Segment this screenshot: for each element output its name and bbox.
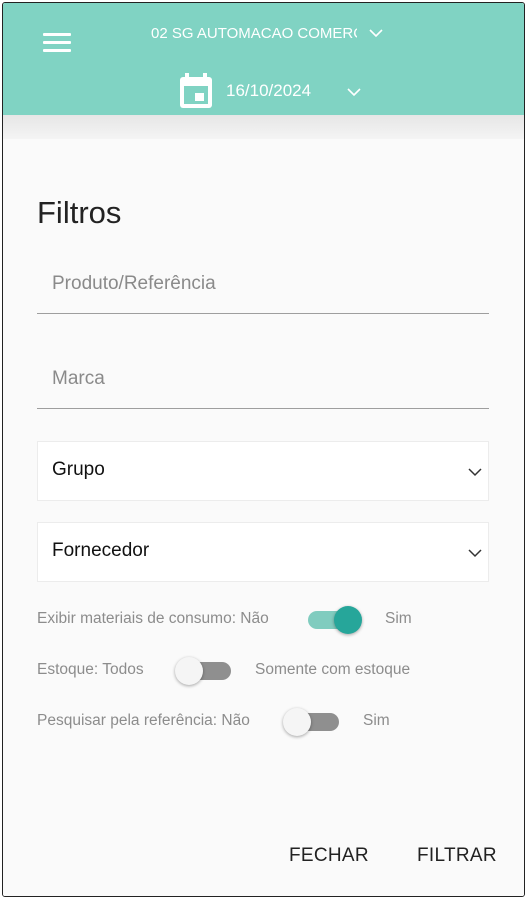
produto-input[interactable] xyxy=(37,255,489,313)
grupo-select-label: Grupo xyxy=(52,459,105,480)
company-selector-label[interactable]: 02 SG AUTOMACAO COMERCIAL xyxy=(151,23,357,45)
chevron-down-icon[interactable] xyxy=(347,87,361,97)
toggle-label-off: Exibir materiais de consumo: Não xyxy=(37,610,269,627)
toggle-label-off: Estoque: Todos xyxy=(37,661,144,678)
toggle-row-estoque: Estoque: Todos Somente com estoque xyxy=(37,656,497,686)
menu-icon[interactable] xyxy=(43,33,71,55)
toggle-label-off: Pesquisar pela referência: Não xyxy=(37,712,250,729)
dialog-title: Filtros xyxy=(37,195,122,230)
app-header: 02 SG AUTOMACAO COMERCIAL 16/10/2024 xyxy=(3,3,524,115)
referencia-switch[interactable] xyxy=(283,707,343,737)
header-shadow xyxy=(3,115,524,139)
produto-field[interactable] xyxy=(37,255,489,314)
fornecedor-select-label: Fornecedor xyxy=(52,540,150,561)
estoque-switch[interactable] xyxy=(175,656,235,686)
materiais-consumo-switch[interactable] xyxy=(304,605,364,635)
toggle-label-on: Somente com estoque xyxy=(255,661,411,678)
calendar-icon[interactable] xyxy=(179,73,213,109)
toggle-label-on: Sim xyxy=(385,610,412,627)
date-selector-label[interactable]: 16/10/2024 xyxy=(226,79,311,103)
chevron-down-icon xyxy=(468,468,482,477)
marca-field[interactable] xyxy=(37,350,489,409)
chevron-down-icon xyxy=(468,549,482,558)
chevron-down-icon[interactable] xyxy=(369,28,383,38)
toggle-label-on: Sim xyxy=(363,712,390,729)
toggle-row-materiais: Exibir materiais de consumo: Não Sim xyxy=(37,605,497,635)
marca-input[interactable] xyxy=(37,350,489,408)
close-button[interactable]: FECHAR xyxy=(289,845,369,867)
app-frame: 02 SG AUTOMACAO COMERCIAL 16/10/2024 Fil… xyxy=(2,2,525,897)
fornecedor-select[interactable]: Fornecedor xyxy=(37,522,489,582)
filter-dialog: Filtros Grupo Fornecedor Exibir materiai… xyxy=(3,139,524,896)
toggle-row-referencia: Pesquisar pela referência: Não Sim xyxy=(37,707,497,737)
filter-button[interactable]: FILTRAR xyxy=(417,845,497,867)
grupo-select[interactable]: Grupo xyxy=(37,441,489,501)
